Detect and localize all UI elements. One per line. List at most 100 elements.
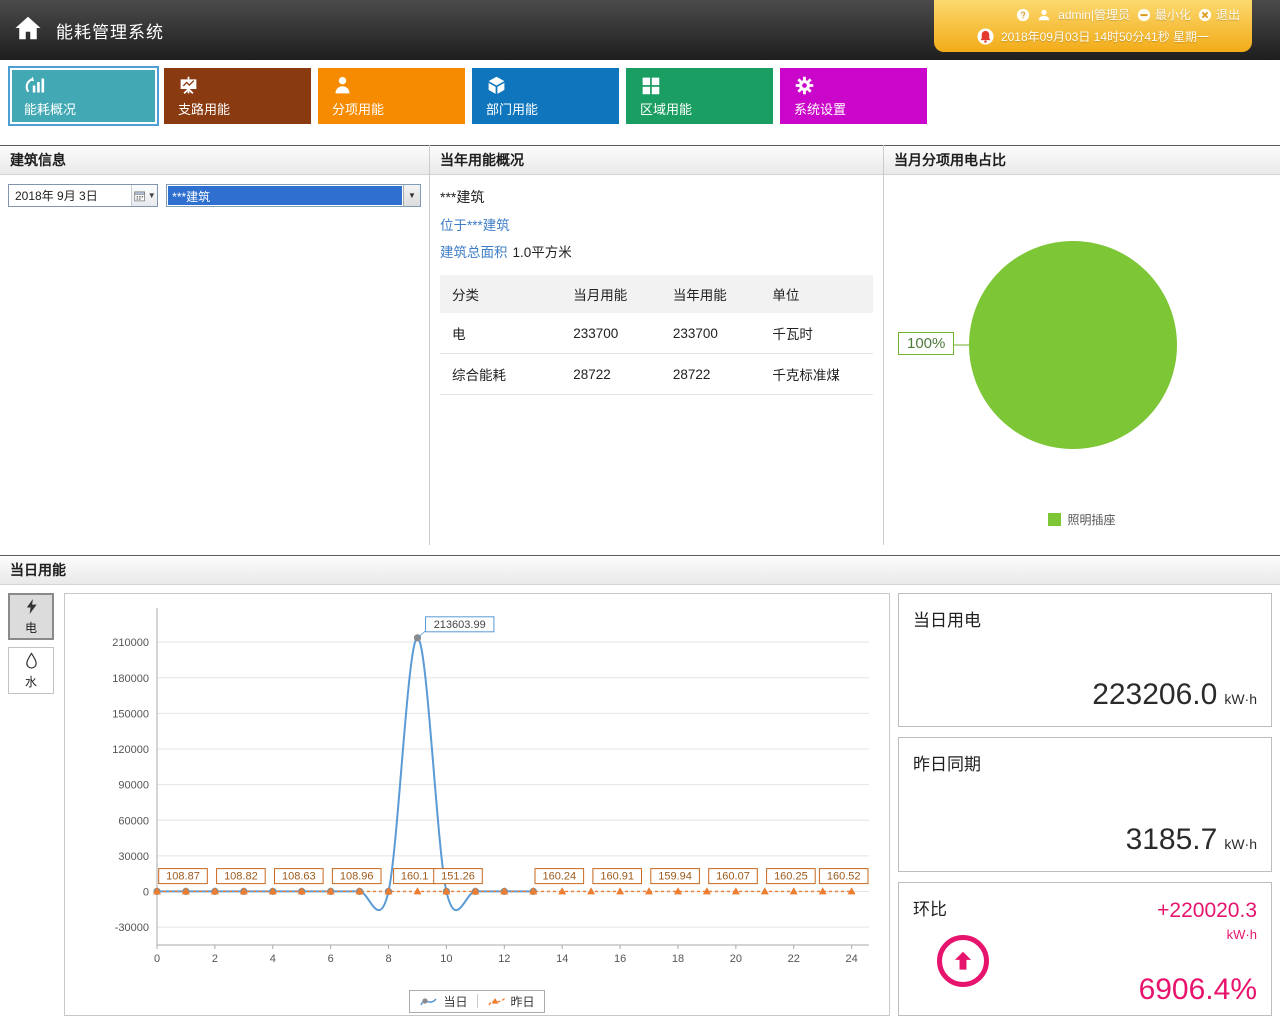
pie-percent-label: 100% — [898, 332, 954, 355]
svg-text:213603.99: 213603.99 — [434, 619, 486, 631]
svg-text:160.91: 160.91 — [600, 871, 634, 883]
tab-department-energy[interactable]: 部门用能 — [472, 68, 619, 124]
svg-text:159.94: 159.94 — [658, 871, 692, 883]
tab-label: 部门用能 — [486, 99, 617, 118]
legend-item-today[interactable]: 当日 — [419, 993, 467, 1010]
cell: 千瓦时 — [760, 313, 873, 354]
user-icon — [1037, 8, 1051, 22]
tab-label: 分项用能 — [332, 99, 463, 118]
today-usage-card: 当日用电 223206.0 kW·h — [898, 593, 1272, 727]
legend-item-yesterday[interactable]: 昨日 — [487, 993, 535, 1010]
annual-energy-table: 分类 当月用能 当年用能 单位 电 233700 233700 千瓦时 — [440, 275, 873, 395]
date-value: 2018年 9月 3日 — [9, 187, 131, 204]
ratio-delta-value: +220020.3 — [1157, 899, 1257, 923]
svg-text:108.87: 108.87 — [166, 871, 200, 883]
pie-chart — [884, 175, 1278, 544]
svg-text:151.26: 151.26 — [441, 871, 475, 883]
pie-legend-label: 照明插座 — [1067, 511, 1115, 528]
cell: 28722 — [661, 354, 761, 395]
svg-text:0: 0 — [154, 953, 160, 965]
svg-text:6: 6 — [328, 953, 334, 965]
yesterday-usage-card: 昨日同期 3185.7 kW·h — [898, 737, 1272, 871]
annual-energy-panel: 当年用能概况 ***建筑 位于***建筑 建筑总面积1.0平方米 分类 当月用能… — [430, 145, 884, 545]
tab-electricity-label: 电 — [25, 619, 37, 636]
svg-text:8: 8 — [385, 953, 391, 965]
svg-text:16: 16 — [614, 953, 626, 965]
tab-electricity[interactable]: 电 — [8, 593, 54, 640]
overview-chart-icon — [24, 75, 155, 96]
today-usage-value: 223206.0 — [1092, 678, 1217, 712]
tab-label: 能耗概况 — [24, 99, 155, 118]
home-button[interactable] — [0, 0, 56, 60]
minimize-icon — [1137, 8, 1151, 22]
lightning-icon — [24, 598, 39, 618]
cell: 电 — [440, 313, 561, 354]
col-header: 单位 — [760, 275, 873, 313]
svg-text:30000: 30000 — [118, 851, 149, 863]
pie-slice — [969, 241, 1177, 449]
tab-label: 支路用能 — [178, 99, 309, 118]
building-panel-title: 建筑信息 — [0, 145, 429, 175]
svg-text:60000: 60000 — [118, 815, 149, 827]
pie-panel-title: 当月分项用电占比 — [884, 145, 1280, 175]
building-location-link[interactable]: 位于***建筑 — [440, 214, 873, 234]
building-select-value: ***建筑 — [168, 186, 402, 205]
building-name: ***建筑 — [440, 187, 873, 207]
svg-text:10: 10 — [440, 953, 452, 965]
col-header: 当月用能 — [561, 275, 661, 313]
cell: 综合能耗 — [440, 354, 561, 395]
cube-icon — [486, 75, 617, 96]
tab-energy-overview[interactable]: 能耗概况 — [10, 68, 157, 124]
building-area-link[interactable]: 建筑总面积 — [440, 245, 508, 260]
select-caret-icon[interactable]: ▼ — [403, 185, 420, 206]
col-header: 分类 — [440, 275, 561, 313]
building-select[interactable]: ***建筑 ▼ — [166, 184, 421, 207]
calendar-icon[interactable]: ▼ — [131, 185, 157, 206]
svg-text:210000: 210000 — [112, 637, 149, 649]
water-drop-icon — [24, 652, 39, 672]
logout-icon — [1198, 8, 1212, 22]
gear-icon — [794, 75, 925, 96]
calendar-caret-icon: ▼ — [148, 191, 156, 200]
tab-water[interactable]: 水 — [8, 647, 54, 694]
energy-type-tabs: 电 水 — [8, 593, 56, 1016]
tab-system-settings[interactable]: 系统设置 — [780, 68, 927, 124]
legend-swatch — [1048, 513, 1061, 526]
minimize-button[interactable]: 最小化 — [1137, 6, 1191, 23]
cell: 233700 — [661, 313, 761, 354]
board-icon — [178, 75, 309, 96]
pie-legend[interactable]: 照明插座 — [884, 511, 1280, 528]
yesterday-usage-title: 昨日同期 — [913, 750, 1257, 775]
today-usage-title: 当日用电 — [913, 606, 1257, 631]
datetime-label: 2018年09月03日 14时50分41秒 星期一 — [1001, 28, 1209, 45]
help-icon[interactable]: ? — [1016, 8, 1030, 22]
daily-chart-box: -300000300006000090000120000150000180000… — [64, 593, 890, 1016]
tab-branch-energy[interactable]: 支路用能 — [164, 68, 311, 124]
daily-section-title: 当日用能 — [0, 555, 1280, 585]
svg-text:18: 18 — [672, 953, 684, 965]
yesterday-line-icon — [487, 995, 507, 1008]
annual-panel-title: 当年用能概况 — [430, 145, 883, 175]
cell: 233700 — [561, 313, 661, 354]
svg-text:0: 0 — [143, 887, 149, 899]
yesterday-usage-value: 3185.7 — [1126, 823, 1218, 857]
tab-area-energy[interactable]: 区域用能 — [626, 68, 773, 124]
app-title: 能耗管理系统 — [56, 18, 164, 43]
alarm-bell-icon[interactable] — [977, 28, 994, 45]
user-panel: ? admin|管理员 最小化 退出 — [934, 0, 1252, 52]
date-picker[interactable]: 2018年 9月 3日 ▼ — [8, 184, 158, 207]
today-usage-unit: kW·h — [1224, 691, 1257, 707]
svg-text:180000: 180000 — [112, 673, 149, 685]
top-header: 能耗管理系统 ? admin|管理员 最小化 — [0, 0, 1280, 60]
svg-text:160.25: 160.25 — [774, 871, 808, 883]
ratio-unit: kW·h — [1227, 927, 1257, 942]
tab-subitem-energy[interactable]: 分项用能 — [318, 68, 465, 124]
legend-divider — [477, 994, 478, 1008]
logout-button[interactable]: 退出 — [1198, 6, 1240, 23]
monthly-pie-panel: 当月分项用电占比 100% 照明插座 — [884, 145, 1280, 545]
svg-text:12: 12 — [498, 953, 510, 965]
user-label: admin|管理员 — [1058, 6, 1130, 23]
col-header: 当年用能 — [661, 275, 761, 313]
ratio-percent-value: 6906.4% — [1139, 973, 1257, 1007]
daily-line-chart: -300000300006000090000120000150000180000… — [65, 594, 889, 987]
